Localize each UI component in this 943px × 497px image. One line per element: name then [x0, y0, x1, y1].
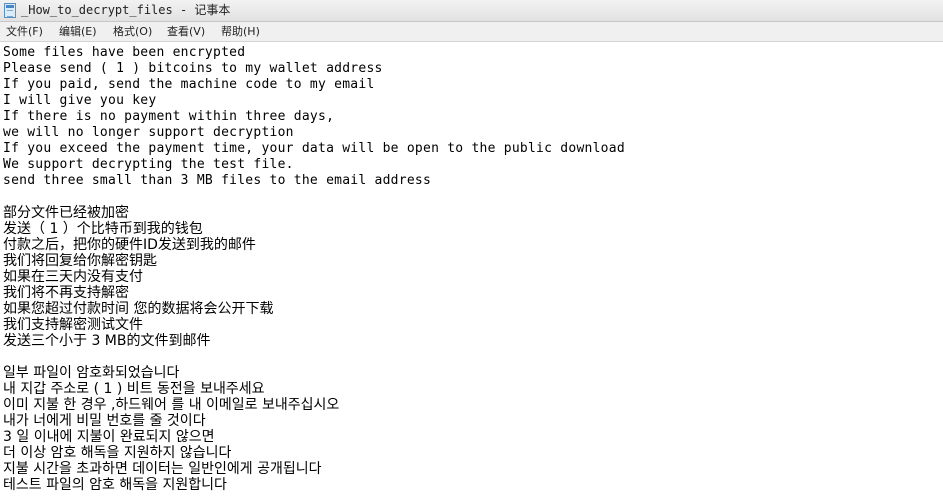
notepad-icon — [4, 3, 16, 18]
text-line: 내가 너에게 비밀 번호를 줄 것이다 — [3, 413, 206, 429]
menu-view[interactable]: 查看(V) — [167, 24, 205, 39]
text-line: If you exceed the payment time, your dat… — [3, 141, 625, 156]
text-line: 이미 지불 한 경우 ,하드웨어 를 내 이메일로 보내주십시오 — [3, 397, 340, 413]
text-line: 部分文件已经被加密 — [3, 205, 129, 221]
text-line: 일부 파일이 암호화되었습니다 — [3, 365, 180, 381]
text-line: 3 일 이내에 지불이 완료되지 않으면 — [3, 429, 215, 445]
menu-help[interactable]: 帮助(H) — [221, 24, 260, 39]
menu-file[interactable]: 文件(F) — [6, 24, 43, 39]
text-line: 如果在三天内没有支付 — [3, 269, 143, 285]
text-line: Please send ( 1 ) bitcoins to my wallet … — [3, 61, 383, 76]
text-line: 付款之后，把你的硬件ID发送到我的邮件 — [3, 237, 256, 253]
text-line: 我们将回复给你解密钥匙 — [3, 253, 157, 269]
text-line: We support decrypting the test file. — [3, 157, 294, 172]
menu-bar: 文件(F) 编辑(E) 格式(O) 查看(V) 帮助(H) — [0, 22, 943, 42]
text-line: send three small than 3 MB files to the … — [3, 173, 432, 188]
text-line: If you paid, send the machine code to my… — [3, 77, 375, 92]
text-line: 내 지갑 주소로 ( 1 ) 비트 동전을 보내주세요 — [3, 381, 265, 397]
text-line: 我们将不再支持解密 — [3, 285, 129, 301]
text-line: 테스트 파일의 암호 해독을 지원합니다 — [3, 477, 227, 493]
text-line: 发送三个小于 3 MB的文件到邮件 — [3, 333, 211, 349]
text-line: 지불 시간을 초과하면 데이터는 일반인에게 공개됩니다 — [3, 461, 322, 477]
text-line: 如果您超过付款时间 您的数据将会公开下载 — [3, 301, 274, 317]
text-line: Some files have been encrypted — [3, 45, 246, 60]
notepad-window: _How_to_decrypt_files - 记事本 文件(F) 编辑(E) … — [0, 0, 943, 497]
text-editor-area[interactable]: Some files have been encrypted Please se… — [0, 42, 943, 497]
text-line: 더 이상 암호 해독을 지원하지 않습니다 — [3, 445, 232, 461]
text-line: I will give you key — [3, 93, 157, 108]
title-bar[interactable]: _How_to_decrypt_files - 记事本 — [0, 0, 943, 22]
text-line: 发送（ 1 ）个比特币到我的钱包 — [3, 221, 203, 237]
text-line: 我们支持解密测试文件 — [3, 317, 143, 333]
text-line: If there is no payment within three days… — [3, 109, 335, 124]
window-title: _How_to_decrypt_files - 记事本 — [21, 3, 231, 17]
menu-format[interactable]: 格式(O) — [113, 24, 152, 39]
menu-edit[interactable]: 编辑(E) — [59, 24, 97, 39]
text-line: we will no longer support decryption — [3, 125, 294, 140]
